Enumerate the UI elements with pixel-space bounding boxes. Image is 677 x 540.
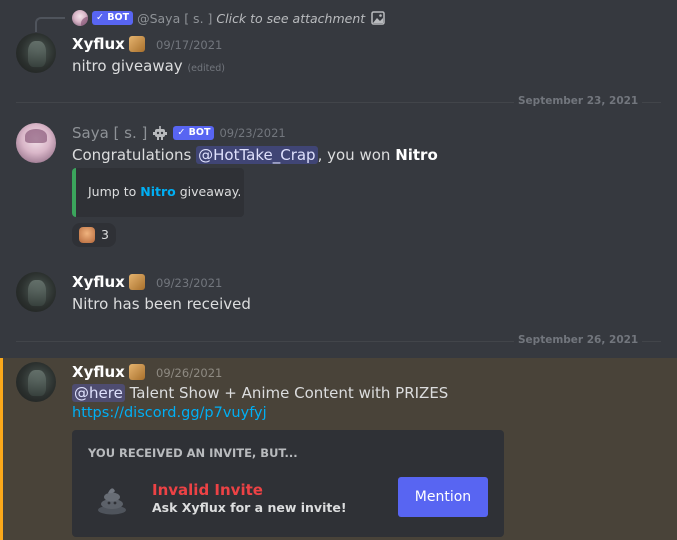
timestamp[interactable]: 09/23/2021	[156, 276, 222, 290]
bot-badge: ✓ BOT	[173, 126, 215, 140]
author-emoji-icon	[129, 274, 146, 290]
face-emoji-icon	[79, 227, 95, 243]
message-content: Congratulations @HotTake_Crap, you won N…	[72, 146, 438, 164]
avatar[interactable]	[16, 33, 56, 73]
author-name[interactable]: Xyflux	[72, 363, 125, 381]
message-header: Xyflux 09/26/2021	[72, 363, 222, 381]
message-header: Xyflux 09/23/2021	[72, 273, 222, 291]
reply-avatar[interactable]	[72, 10, 88, 26]
timestamp[interactable]: 09/17/2021	[156, 38, 222, 52]
author-emoji-icon	[129, 364, 146, 380]
reply-connector	[35, 17, 65, 32]
reaction-button[interactable]: 3	[72, 223, 116, 247]
timestamp[interactable]: 09/26/2021	[156, 366, 222, 380]
author-name[interactable]: Saya [ s. ]	[72, 124, 147, 142]
invite-subtitle: Ask Xyflux for a new invite!	[152, 500, 347, 515]
invite-link[interactable]: https://discord.gg/p7vuyfyj	[72, 405, 267, 421]
jump-embed: Jump to Nitro giveaway.	[72, 168, 244, 217]
mention-button[interactable]: Mention	[398, 477, 488, 517]
message-text: Talent Show + Anime Content with PRIZES	[129, 384, 449, 402]
message-header: Xyflux 09/17/2021	[72, 35, 222, 53]
robot-icon	[152, 125, 168, 141]
author-name[interactable]: Xyflux	[72, 35, 125, 53]
invite-header: YOU RECEIVED AN INVITE, BUT...	[88, 446, 298, 460]
edited-label: (edited)	[187, 63, 225, 74]
message-content: @here Talent Show + Anime Content with P…	[72, 384, 448, 402]
message-content: https://discord.gg/p7vuyfyj	[72, 405, 267, 421]
bot-badge: ✓ BOT	[92, 11, 134, 25]
here-mention[interactable]: @here	[72, 384, 125, 402]
message-text: , you won	[317, 146, 391, 164]
user-mention[interactable]: @HotTake_Crap	[196, 146, 318, 164]
message-content: Nitro has been received	[72, 295, 251, 313]
invite-card: YOU RECEIVED AN INVITE, BUT... Invalid I…	[72, 430, 504, 537]
message-bold-text: Nitro	[395, 146, 438, 164]
invite-title: Invalid Invite	[152, 481, 263, 499]
embed-jump-link[interactable]: Nitro	[140, 184, 175, 199]
message-text: Nitro has been received	[72, 295, 251, 313]
reply-author[interactable]: @Saya [ s. ]	[137, 11, 212, 26]
avatar[interactable]	[16, 362, 56, 402]
avatar[interactable]	[16, 272, 56, 312]
mention-highlight-bar	[0, 358, 3, 540]
embed-text: giveaway.	[179, 184, 242, 199]
message-header: Saya [ s. ] ✓ BOT 09/23/2021	[72, 124, 286, 142]
image-icon	[371, 11, 385, 25]
message-content: nitro giveaway (edited)	[72, 57, 225, 75]
reaction-count: 3	[101, 227, 109, 242]
date-divider-label: September 26, 2021	[514, 334, 643, 346]
author-emoji-icon	[129, 36, 146, 52]
timestamp[interactable]: 09/23/2021	[219, 126, 285, 140]
embed-text: Jump to	[88, 184, 137, 199]
date-divider-label: September 23, 2021	[514, 95, 643, 107]
message-text: Congratulations	[72, 146, 192, 164]
avatar[interactable]	[16, 123, 56, 163]
poop-icon	[92, 477, 132, 517]
author-name[interactable]: Xyflux	[72, 273, 125, 291]
reply-preview[interactable]: ✓ BOT @Saya [ s. ] Click to see attachme…	[72, 9, 385, 27]
message-text: nitro giveaway	[72, 57, 183, 75]
reply-text[interactable]: Click to see attachment	[216, 11, 365, 26]
